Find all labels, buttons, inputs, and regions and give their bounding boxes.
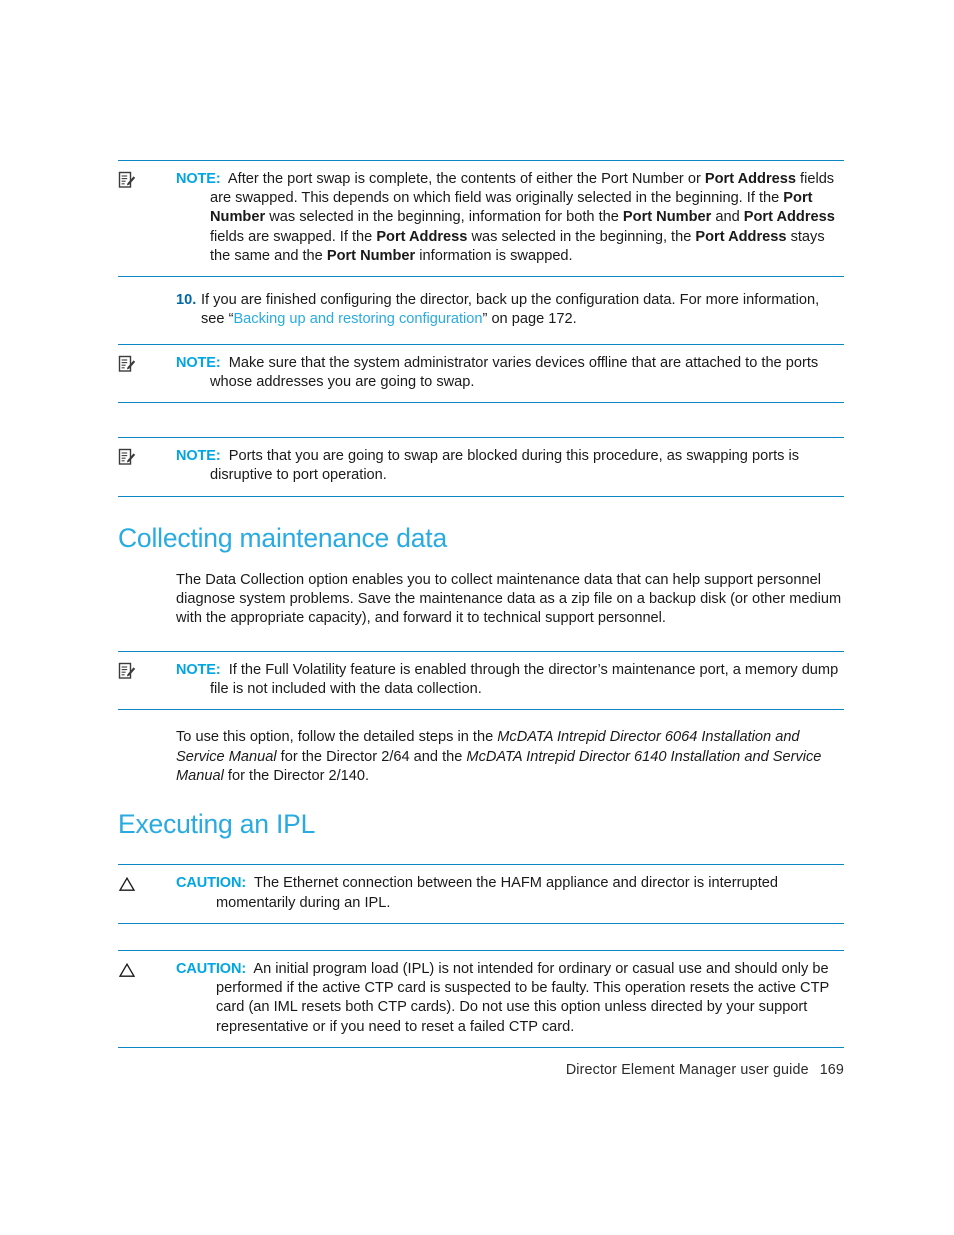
note-text-value: Ports that you are going to swap are blo… (210, 448, 800, 484)
note-text-value: Make sure that the system administrator … (210, 354, 819, 391)
section-heading-executing-an-ipl: Executing an IPL (118, 809, 316, 840)
rule-spacer (118, 403, 844, 437)
warning-triangle-icon (118, 961, 136, 979)
note-body: NOTE: If the Full Volatility feature is … (176, 661, 844, 699)
note-block-full-volatility: NOTE: If the Full Volatility feature is … (118, 650, 844, 711)
footer-guide-title: Director Element Manager user guide (565, 1062, 809, 1078)
caution-text-value: The Ethernet connection between the HAFM… (216, 875, 779, 911)
caution-text-value: An initial program load (IPL) is not int… (216, 960, 829, 1035)
note-label: NOTE: (176, 354, 221, 371)
caution-body: CAUTION: An initial program load (IPL) i… (176, 960, 844, 1037)
step-number: 10. (176, 292, 197, 309)
note-block-ports-blocked: NOTE: Ports that you are going to swap a… (118, 437, 844, 497)
caution-body: CAUTION: The Ethernet connection between… (176, 874, 844, 912)
warning-triangle-icon (118, 875, 136, 893)
note-pencil-icon (118, 355, 136, 373)
step-text-after-link: ” on page 172. (482, 311, 577, 328)
note-text: Ports that you are going to swap are blo… (210, 448, 799, 483)
note-inner: NOTE: After the port swap is complete, t… (118, 161, 844, 276)
paragraph-data-collection: The Data Collection option enables you t… (176, 571, 842, 627)
note-pencil-icon (118, 662, 136, 680)
page-footer: Director Element Manager user guide 169 (118, 1062, 844, 1078)
note-label: NOTE: (176, 661, 221, 678)
caution-label: CAUTION: (176, 960, 247, 977)
footer-page-number: 169 (819, 1062, 844, 1078)
note-text-value: If the Full Volatility feature is enable… (210, 661, 839, 698)
note-inner: NOTE: Ports that you are going to swap a… (118, 438, 844, 495)
note-text: Make sure that the system administrator … (210, 355, 818, 390)
note-block-vary-offline: NOTE: Make sure that the system administ… (118, 343, 844, 404)
section-heading-collecting-maintenance-data: Collecting maintenance data (118, 522, 448, 553)
caution-block-ethernet: CAUTION: The Ethernet connection between… (118, 864, 844, 924)
caution-inner: CAUTION: An initial program load (IPL) i… (118, 951, 844, 1047)
note-inner: NOTE: If the Full Volatility feature is … (118, 652, 844, 709)
note-pencil-icon (118, 448, 136, 466)
page-content: NOTE: After the port swap is complete, t… (118, 160, 844, 1048)
note-body: NOTE: Make sure that the system administ… (176, 354, 844, 392)
caution-text: An initial program load (IPL) is not int… (216, 961, 829, 1035)
paragraph-service-manuals: To use this option, follow the detailed … (176, 729, 822, 785)
note-text: If the Full Volatility feature is enable… (210, 662, 838, 697)
step-item-10: 10. If you are finished configuring the … (118, 277, 844, 344)
note-body: NOTE: After the port swap is complete, t… (176, 170, 844, 266)
caution-text: The Ethernet connection between the HAFM… (216, 875, 778, 910)
note-pencil-icon (118, 171, 136, 189)
note-block-port-swap: NOTE: After the port swap is complete, t… (118, 160, 844, 278)
note-label: NOTE: (176, 171, 221, 187)
rule-spacer (118, 924, 844, 950)
note-inner: NOTE: Make sure that the system administ… (118, 345, 844, 402)
note-body: NOTE: Ports that you are going to swap a… (176, 447, 844, 485)
document-page: NOTE: After the port swap is complete, t… (0, 0, 954, 1235)
caution-inner: CAUTION: The Ethernet connection between… (118, 865, 844, 922)
caution-label: CAUTION: (176, 875, 247, 892)
caution-block-ipl: CAUTION: An initial program load (IPL) i… (118, 949, 844, 1048)
note-text: After the port swap is complete, the con… (210, 171, 835, 264)
note-label: NOTE: (176, 448, 221, 465)
step-text: If you are finished configuring the dire… (176, 291, 844, 330)
cross-reference-link[interactable]: Backing up and restoring configuration (233, 311, 482, 327)
